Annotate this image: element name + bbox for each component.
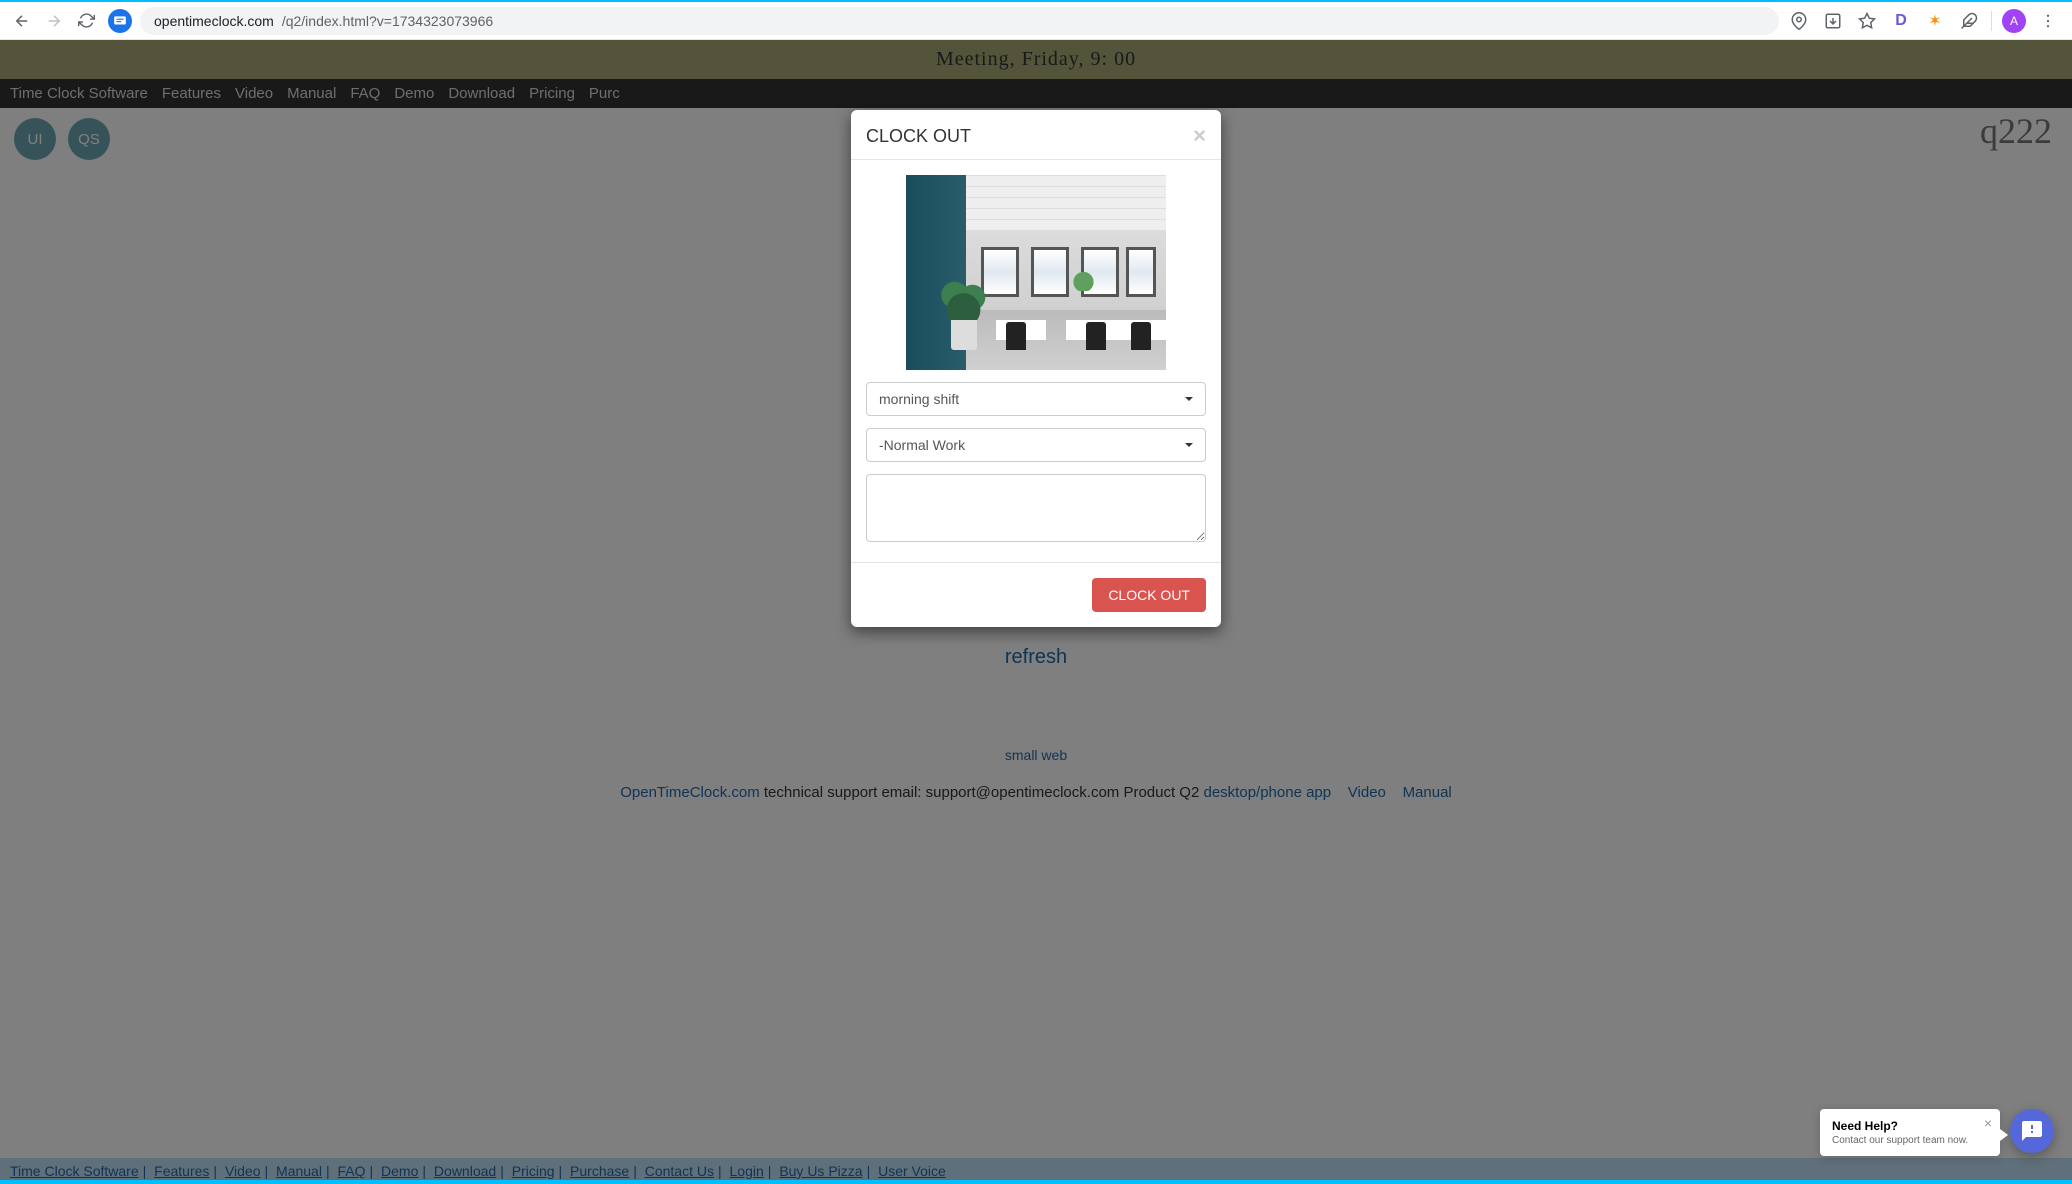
back-button[interactable] <box>8 7 36 35</box>
notes-textarea[interactable] <box>866 474 1206 542</box>
office-image <box>906 175 1166 370</box>
help-subtitle: Contact our support team now. <box>1832 1135 1970 1146</box>
close-icon[interactable]: × <box>1984 1115 1992 1131</box>
reload-button[interactable] <box>72 7 100 35</box>
url-domain: opentimeclock.com <box>154 13 274 29</box>
url-bar[interactable]: opentimeclock.com/q2/index.html?v=173432… <box>140 7 1779 35</box>
chat-button[interactable] <box>2010 1109 2054 1153</box>
browser-toolbar: opentimeclock.com/q2/index.html?v=173432… <box>0 0 2072 40</box>
bookmark-icon[interactable] <box>1855 9 1879 33</box>
extensions-icon[interactable] <box>1957 9 1981 33</box>
location-icon[interactable] <box>1787 9 1811 33</box>
install-icon[interactable] <box>1821 9 1845 33</box>
caret-down-icon <box>1185 397 1193 401</box>
site-icon <box>108 9 132 33</box>
menu-icon[interactable] <box>2036 9 2060 33</box>
worktype-select[interactable]: -Normal Work <box>866 428 1206 462</box>
chat-icon <box>2020 1119 2044 1143</box>
extension-bug-icon[interactable]: ✶ <box>1923 9 1947 33</box>
help-title: Need Help? <box>1832 1119 1970 1133</box>
forward-button[interactable] <box>40 7 68 35</box>
caret-down-icon <box>1185 443 1193 447</box>
clockout-modal: CLOCK OUT × morning <box>851 110 1221 627</box>
profile-badge[interactable]: A <box>2002 9 2026 33</box>
modal-title: CLOCK OUT <box>866 126 971 147</box>
help-card: × Need Help? Contact our support team no… <box>1820 1109 2000 1156</box>
close-icon[interactable]: × <box>1193 125 1206 147</box>
shift-select[interactable]: morning shift <box>866 382 1206 416</box>
extension-d-icon[interactable]: D <box>1889 9 1913 33</box>
clockout-button[interactable]: CLOCK OUT <box>1092 578 1206 612</box>
url-path: /q2/index.html?v=1734323073966 <box>282 13 493 29</box>
